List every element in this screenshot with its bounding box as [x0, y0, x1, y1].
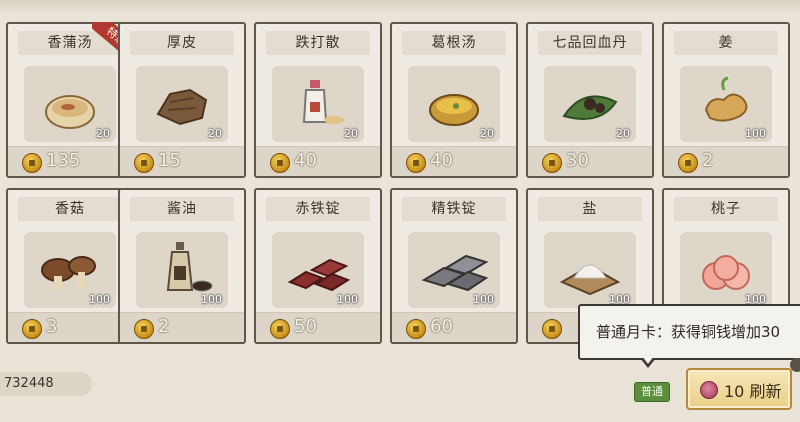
item-name: 精铁锭: [402, 197, 506, 221]
item-name: 酱油: [130, 197, 234, 221]
kudzu-soup-icon: 20: [408, 66, 500, 142]
refresh-token-icon: [700, 381, 718, 399]
shop-item-card[interactable]: 七品回血丹 20 30: [526, 22, 654, 178]
item-quantity: 100: [337, 293, 358, 306]
copper-coin-icon: [542, 319, 562, 339]
item-price-value: 2: [702, 150, 714, 171]
shop-item-card[interactable]: 赤铁锭 100 50: [254, 188, 382, 344]
item-price: 50: [256, 312, 380, 342]
item-quantity: 20: [208, 127, 222, 140]
item-price: 2: [664, 146, 788, 176]
mushroom-icon: 100: [24, 232, 116, 308]
copper-coin-icon: [22, 319, 42, 339]
item-quantity: 100: [201, 293, 222, 306]
item-name: 跌打散: [266, 31, 370, 55]
shop-item-card[interactable]: 精铁锭 100 60: [390, 188, 518, 344]
copper-coin-icon: [270, 319, 290, 339]
copper-coin-icon: [406, 319, 426, 339]
refresh-button[interactable]: 10 刷新: [686, 368, 792, 410]
item-name: 香菇: [18, 197, 122, 221]
soy-sauce-bottle-icon: 100: [136, 232, 228, 308]
copper-coin-icon: [542, 153, 562, 173]
monthly-card-tooltip: 普通月卡：获得铜钱增加30: [578, 304, 800, 360]
refresh-button-label: 10 刷新: [724, 382, 782, 401]
item-price: 3: [8, 312, 132, 342]
item-price-value: 30: [566, 150, 589, 171]
item-price-value: 40: [294, 150, 317, 171]
item-name: 葛根汤: [402, 31, 506, 55]
medicine-bottle-icon: 20: [272, 66, 364, 142]
item-quantity: 20: [96, 127, 110, 140]
item-quantity: 100: [745, 127, 766, 140]
item-name: 七品回血丹: [538, 31, 642, 55]
shop-item-card[interactable]: 香蒲汤 20 135 特惠: [6, 22, 134, 178]
shop-item-card[interactable]: 葛根汤 20 40: [390, 22, 518, 178]
monthly-card-badge[interactable]: 普通: [634, 382, 670, 402]
top-frame: [0, 0, 800, 14]
item-price: 2: [120, 312, 244, 342]
copper-coin-icon: [134, 153, 154, 173]
item-name: 赤铁锭: [266, 197, 370, 221]
item-price-value: 60: [430, 316, 453, 337]
copper-coin-icon: [134, 319, 154, 339]
herb-soup-bowl-icon: 20: [24, 66, 116, 142]
corner-dot-button[interactable]: [790, 358, 800, 372]
shop-item-card[interactable]: 香菇 100 3: [6, 188, 134, 344]
shop-item-card[interactable]: 酱油 100 2: [118, 188, 246, 344]
item-quantity: 20: [344, 127, 358, 140]
item-name: 桃子: [674, 197, 778, 221]
thick-hide-icon: 20: [136, 66, 228, 142]
copper-coin-icon: [270, 153, 290, 173]
item-name: 盐: [538, 197, 642, 221]
item-quantity: 20: [480, 127, 494, 140]
copper-coin-icon: [406, 153, 426, 173]
copper-coin-icon: [22, 153, 42, 173]
item-price-value: 135: [46, 150, 81, 171]
tooltip-pointer: [640, 356, 656, 368]
item-price: 15: [120, 146, 244, 176]
currency-balance: 732448: [0, 372, 92, 396]
item-price: 60: [392, 312, 516, 342]
item-price-value: 2: [158, 316, 170, 337]
salt-icon: 100: [544, 232, 636, 308]
steel-ingot-icon: 100: [408, 232, 500, 308]
red-iron-ingot-icon: 100: [272, 232, 364, 308]
shop-item-card[interactable]: 跌打散 20 40: [254, 22, 382, 178]
item-price-value: 3: [46, 316, 58, 337]
shop-item-card[interactable]: 厚皮 20 15: [118, 22, 246, 178]
item-price: 40: [256, 146, 380, 176]
item-price-value: 40: [430, 150, 453, 171]
item-price: 40: [392, 146, 516, 176]
healing-pill-icon: 20: [544, 66, 636, 142]
item-price-value: 15: [158, 150, 181, 171]
copper-coin-icon: [678, 153, 698, 173]
ginger-icon: 100: [680, 66, 772, 142]
item-name: 厚皮: [130, 31, 234, 55]
item-price: 135: [8, 146, 132, 176]
item-quantity: 20: [616, 127, 630, 140]
item-quantity: 100: [473, 293, 494, 306]
item-quantity: 100: [89, 293, 110, 306]
item-name: 姜: [674, 31, 778, 55]
item-price: 30: [528, 146, 652, 176]
shop-item-card[interactable]: 姜 100 2: [662, 22, 790, 178]
item-price-value: 50: [294, 316, 317, 337]
peach-icon: 100: [680, 232, 772, 308]
